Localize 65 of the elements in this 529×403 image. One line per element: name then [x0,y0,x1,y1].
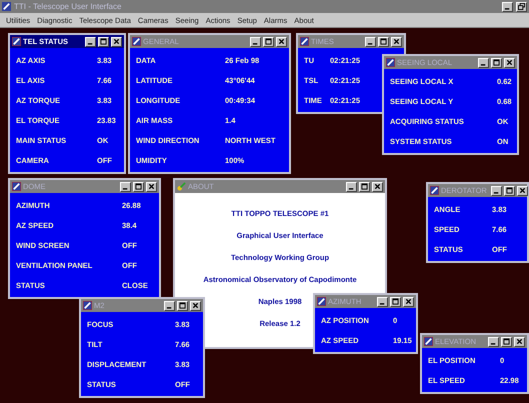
maximize-button[interactable] [359,182,370,192]
window-icon [132,37,141,46]
close-icon [506,59,513,66]
window-icon [430,186,439,195]
maximize-icon [506,187,513,194]
close-icon [374,183,381,190]
close-button[interactable] [391,36,402,46]
minimize-button[interactable] [365,36,376,46]
window-icon [386,58,395,67]
window-icon [300,37,309,46]
maximize-button[interactable] [263,36,274,46]
close-icon [278,38,285,45]
maximize-icon [265,38,272,45]
maximize-icon [361,183,368,190]
maximize-button[interactable] [504,186,515,196]
close-icon [518,187,526,194]
close-icon [516,338,523,345]
close-icon [148,183,155,190]
window-icon [424,337,433,346]
minimize-button[interactable] [120,182,131,192]
window-icon [317,297,326,306]
minimize-button[interactable] [502,2,513,12]
close-icon [405,298,412,305]
close-icon [192,302,199,309]
app-icon [2,2,11,11]
minimize-button[interactable] [85,36,96,46]
close-button[interactable] [111,36,122,46]
maximize-button[interactable] [390,296,401,306]
window-icon [83,301,92,310]
close-button[interactable] [190,300,201,310]
maximize-icon [493,59,500,66]
minimize-button[interactable] [346,182,357,192]
close-button[interactable] [516,186,528,196]
maximize-button[interactable] [133,182,144,192]
maximize-button[interactable] [378,36,389,46]
close-button[interactable] [403,296,414,306]
maximize-button[interactable] [501,336,512,346]
maximize-button[interactable] [491,58,502,68]
maximize-icon [392,298,399,305]
minimize-button[interactable] [250,36,261,46]
minimize-button[interactable] [377,296,388,306]
close-button[interactable] [514,336,525,346]
maximize-icon [179,302,186,309]
close-button[interactable] [146,182,157,192]
maximize-icon [135,183,142,190]
maximize-icon [380,38,387,45]
restore-button[interactable] [516,2,527,12]
maximize-button[interactable] [177,300,188,310]
window-icon [12,37,21,46]
close-button[interactable] [504,58,515,68]
minimize-button[interactable] [488,336,499,346]
window-icon [12,182,21,191]
restore-icon [518,3,525,10]
maximize-icon [503,338,510,345]
paint-icon [177,182,186,191]
maximize-button[interactable] [98,36,109,46]
close-icon [113,38,120,45]
minimize-button[interactable] [478,58,489,68]
close-icon [393,38,400,45]
minimize-button[interactable] [490,186,502,196]
maximize-icon [100,38,107,45]
minimize-button[interactable] [164,300,175,310]
close-button[interactable] [276,36,287,46]
close-button[interactable] [372,182,383,192]
app-title: TTI - Telescope User Interface [14,2,122,11]
